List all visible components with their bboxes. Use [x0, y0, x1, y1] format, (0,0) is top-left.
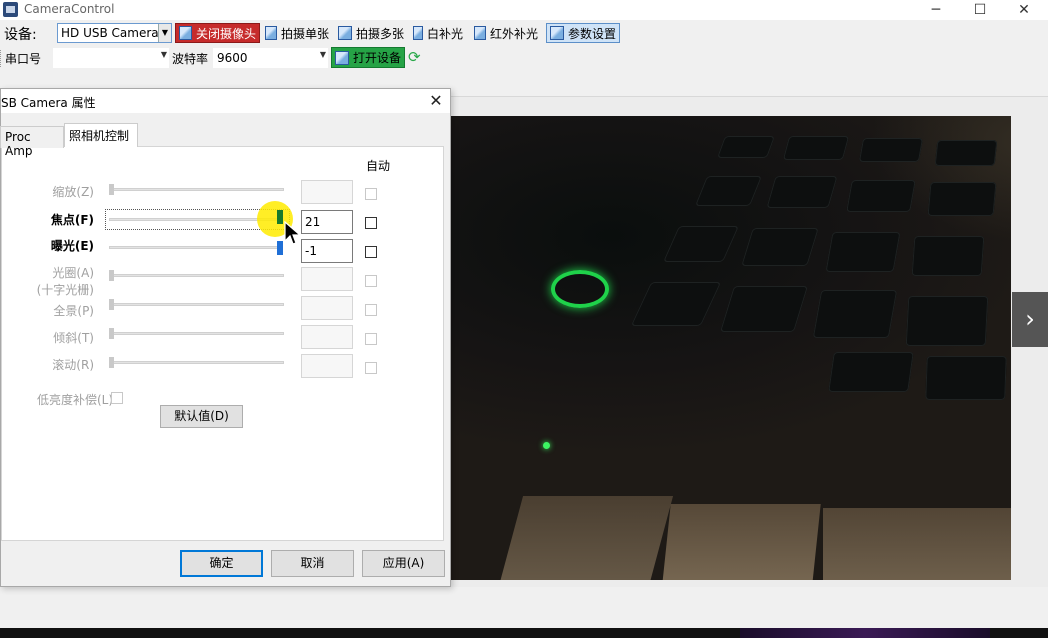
zoom-auto-checkbox	[365, 188, 377, 200]
iris-label: 光圈(A)	[52, 266, 94, 280]
chevron-down-icon[interactable]: ▼	[158, 24, 171, 42]
iris-slider	[111, 274, 284, 277]
tab-proc-amp[interactable]: Proc Amp	[0, 126, 64, 158]
app-icon	[3, 2, 18, 17]
maximize-button[interactable]: ☐	[958, 0, 1002, 20]
dialog-title: SB Camera 属性	[1, 96, 96, 110]
auto-column-header: 自动	[366, 159, 391, 173]
pan-value	[301, 296, 353, 320]
device-select-value: HD USB Camera	[61, 26, 159, 40]
tilt-slider-thumb	[109, 328, 114, 339]
image-icon	[335, 50, 349, 65]
baud-rate-value: 9600	[217, 51, 248, 65]
baud-rate-label: 波特率	[172, 52, 209, 66]
default-button[interactable]: 默认值(D)	[160, 405, 243, 428]
zoom-slider-thumb	[109, 184, 114, 195]
close-camera-button[interactable]: 关闭摄像头	[175, 23, 260, 43]
device-select[interactable]: HD USB Camera ▼	[57, 23, 172, 43]
chevron-down-icon[interactable]: ▼	[161, 50, 167, 59]
ok-button[interactable]: 确定	[180, 550, 263, 577]
tilt-label: 倾斜(T)	[53, 331, 94, 345]
image-icon	[338, 26, 352, 40]
roll-slider-thumb	[109, 357, 114, 368]
close-window-button[interactable]: ✕	[1002, 0, 1046, 20]
close-camera-label: 关闭摄像头	[195, 26, 256, 41]
exposure-slider[interactable]	[109, 246, 282, 249]
chevron-down-icon[interactable]: ▼	[320, 50, 326, 59]
zoom-label: 缩放(Z)	[52, 185, 94, 199]
iris-sublabel: (十字光栅)	[36, 283, 94, 297]
zoom-value	[301, 180, 353, 204]
taskbar-decoration	[740, 628, 990, 638]
exposure-value[interactable]: -1	[301, 239, 353, 263]
capture-single-button[interactable]: 拍摄单张	[262, 23, 332, 43]
low-light-checkbox	[111, 392, 123, 404]
dialog-title-bar: SB Camera 属性 ✕	[1, 89, 450, 113]
tilt-slider	[111, 332, 284, 335]
status-led	[543, 442, 550, 449]
image-icon	[474, 26, 486, 40]
roll-label: 滚动(R)	[52, 358, 94, 372]
title-bar: CameraControl ─ ☐ ✕	[0, 0, 1048, 20]
exposure-slider-thumb[interactable]	[277, 241, 283, 255]
pan-label: 全景(P)	[53, 304, 94, 318]
apply-button[interactable]: 应用(A)	[362, 550, 445, 577]
serial-port-label: 串口号	[0, 50, 41, 67]
open-device-button[interactable]: 打开设备	[331, 47, 405, 68]
zoom-slider	[111, 188, 284, 191]
app-title: CameraControl	[24, 2, 115, 16]
param-settings-button[interactable]: 参数设置	[546, 23, 620, 43]
tilt-value	[301, 325, 353, 349]
cancel-button[interactable]: 取消	[271, 550, 354, 577]
power-light	[551, 270, 609, 308]
tilt-auto-checkbox	[365, 333, 377, 345]
mouse-cursor-icon	[284, 221, 302, 245]
ir-light-button[interactable]: 红外补光	[471, 23, 541, 43]
iris-value	[301, 267, 353, 291]
image-icon	[265, 26, 277, 40]
capture-multi-label: 拍摄多张	[355, 26, 404, 41]
baud-rate-select[interactable]: 9600 ▼	[213, 48, 328, 68]
tab-camera-control[interactable]: 照相机控制	[64, 123, 138, 147]
focus-slider-thumb[interactable]	[277, 210, 283, 224]
pan-slider	[111, 303, 284, 306]
ir-light-label: 红外补光	[489, 26, 538, 41]
focus-label: 焦点(F)	[50, 213, 94, 227]
white-light-label: 白补光	[426, 26, 463, 41]
roll-slider	[111, 361, 284, 364]
next-image-button[interactable]: ›	[1012, 292, 1048, 347]
image-icon	[550, 26, 564, 40]
pan-slider-thumb	[109, 299, 114, 310]
image-icon	[179, 26, 192, 40]
camera-properties-dialog: SB Camera 属性 ✕ Proc Amp 照相机控制 自动 缩放(Z) 焦…	[0, 88, 451, 587]
refresh-icon[interactable]: ⟳	[408, 49, 424, 65]
pan-auto-checkbox	[365, 304, 377, 316]
camera-preview	[451, 116, 1011, 580]
focus-auto-checkbox[interactable]	[365, 217, 377, 229]
capture-multi-button[interactable]: 拍摄多张	[335, 23, 407, 43]
roll-value	[301, 354, 353, 378]
capture-single-label: 拍摄单张	[280, 26, 329, 41]
device-label: 设备:	[4, 27, 37, 43]
image-icon	[413, 26, 423, 40]
focus-value[interactable]: 21	[301, 210, 353, 234]
dialog-close-button[interactable]: ✕	[424, 90, 448, 112]
low-light-label: 低亮度补偿(L)	[37, 393, 114, 407]
minimize-button[interactable]: ─	[914, 0, 958, 20]
exposure-label: 曝光(E)	[50, 239, 94, 253]
exposure-auto-checkbox[interactable]	[365, 246, 377, 258]
roll-auto-checkbox	[365, 362, 377, 374]
open-device-label: 打开设备	[352, 51, 401, 65]
iris-auto-checkbox	[365, 275, 377, 287]
param-settings-label: 参数设置	[567, 26, 616, 41]
iris-slider-thumb	[109, 270, 114, 281]
serial-port-select[interactable]: ▼	[53, 48, 169, 68]
white-light-button[interactable]: 白补光	[410, 23, 466, 43]
